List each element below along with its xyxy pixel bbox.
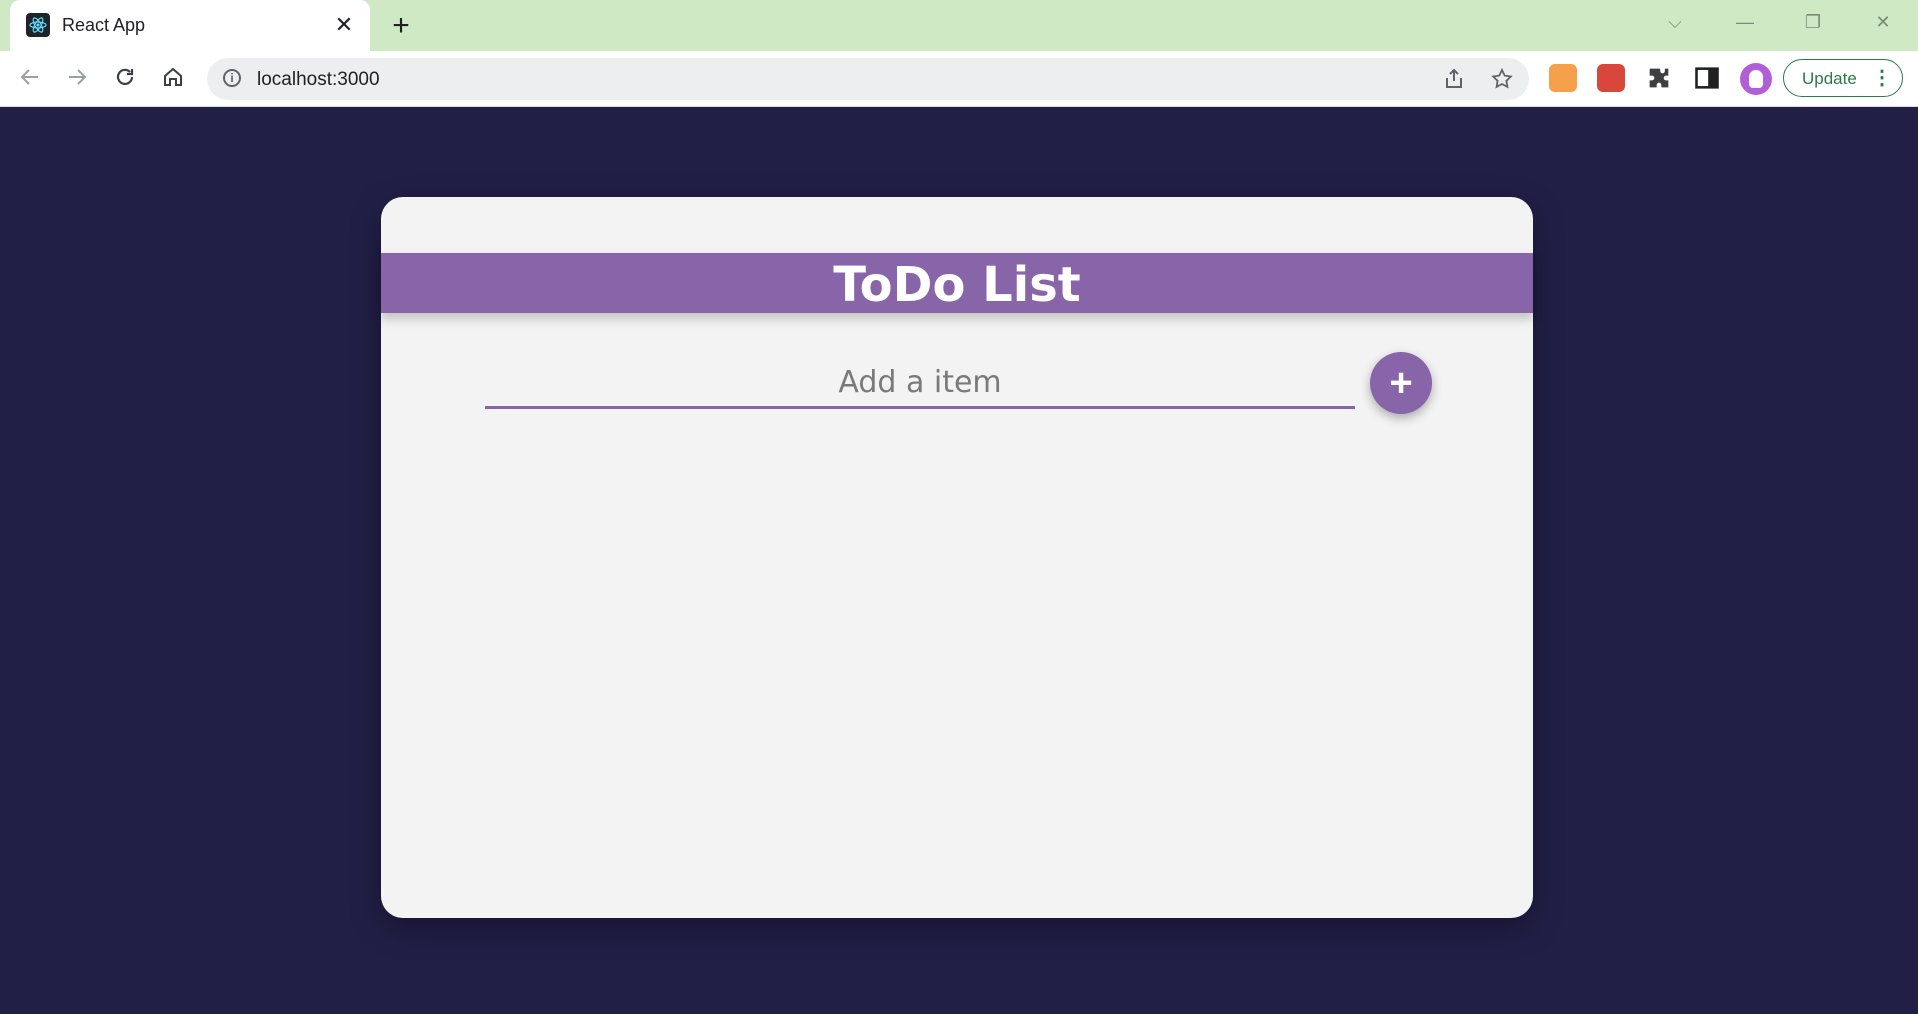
extension-red-icon[interactable] (1597, 64, 1625, 92)
address-bar[interactable]: i localhost:3000 (207, 58, 1529, 100)
forward-icon[interactable] (63, 65, 91, 93)
url-text[interactable]: localhost:3000 (257, 69, 380, 91)
info-icon[interactable]: i (223, 69, 241, 87)
browser-tab[interactable]: React App ✕ (10, 0, 370, 51)
reload-icon[interactable] (111, 65, 139, 93)
react-logo-icon (26, 13, 50, 37)
page-body: ToDo List + (0, 107, 1918, 1014)
window-close-icon[interactable]: ✕ (1868, 10, 1898, 34)
new-tab-button[interactable]: + (386, 11, 416, 42)
browser-toolbar: i localhost:3000 Update ⋮ (0, 51, 1918, 107)
more-vert-icon[interactable]: ⋮ (1872, 66, 1892, 90)
add-item-button[interactable]: + (1370, 352, 1432, 414)
tab-title: React App (62, 15, 146, 35)
page-title: ToDo List (833, 257, 1081, 313)
side-panel-icon[interactable] (1693, 64, 1721, 92)
metamask-icon[interactable] (1549, 64, 1577, 92)
minimize-icon[interactable]: — (1730, 10, 1760, 34)
share-icon[interactable] (1442, 67, 1466, 91)
update-label: Update (1802, 69, 1857, 88)
tab-search-icon[interactable]: ⌵ (1660, 10, 1690, 34)
puzzle-icon[interactable] (1645, 64, 1673, 92)
profile-avatar[interactable] (1740, 63, 1772, 95)
browser-tabstrip: React App ✕ + ⌵ — ❐ ✕ (0, 0, 1918, 51)
todo-card: ToDo List + (381, 197, 1533, 918)
add-item-input[interactable] (485, 359, 1355, 409)
todo-header: ToDo List (381, 253, 1533, 313)
back-icon[interactable] (16, 65, 44, 93)
update-button[interactable]: Update ⋮ (1783, 59, 1903, 97)
home-icon[interactable] (159, 65, 187, 93)
close-tab-icon[interactable]: ✕ (332, 13, 356, 37)
restore-icon[interactable]: ❐ (1798, 10, 1828, 34)
star-icon[interactable] (1490, 67, 1514, 91)
